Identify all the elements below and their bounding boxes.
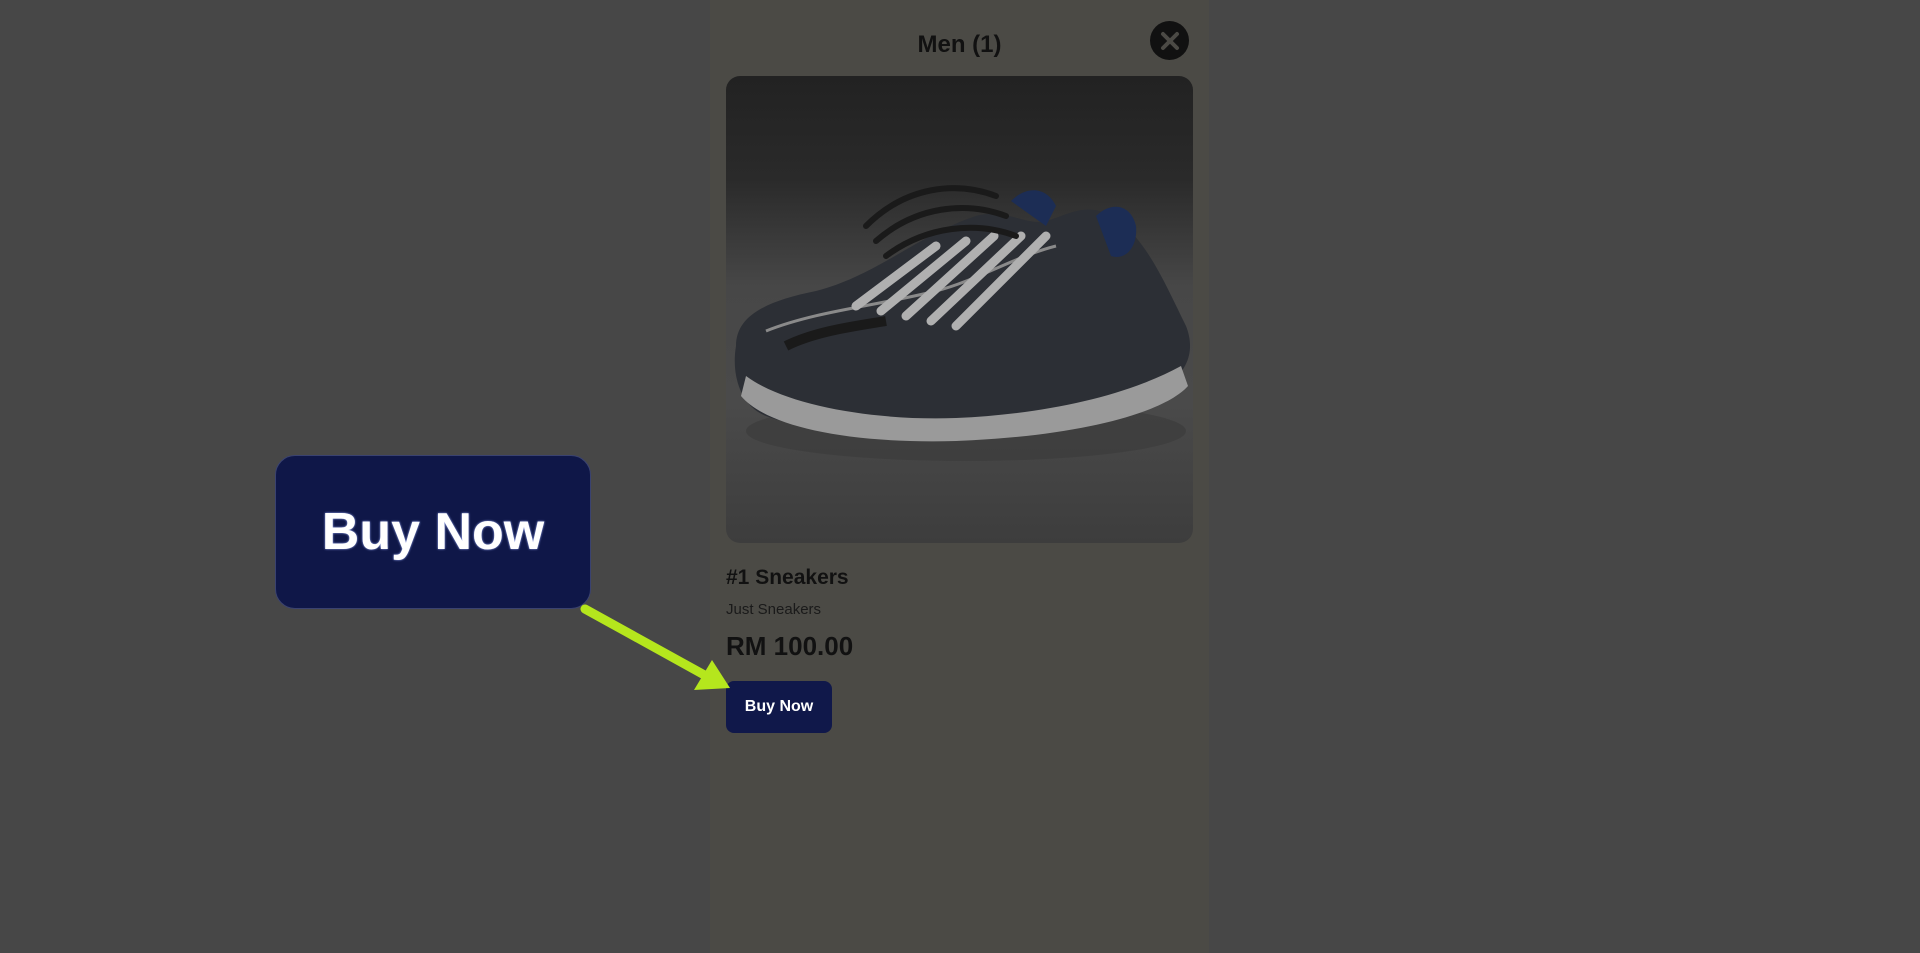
arrow-icon [580,604,730,690]
page: Men (1) #1 Sneakers Just Sneakers RM 100… [0,0,1920,953]
